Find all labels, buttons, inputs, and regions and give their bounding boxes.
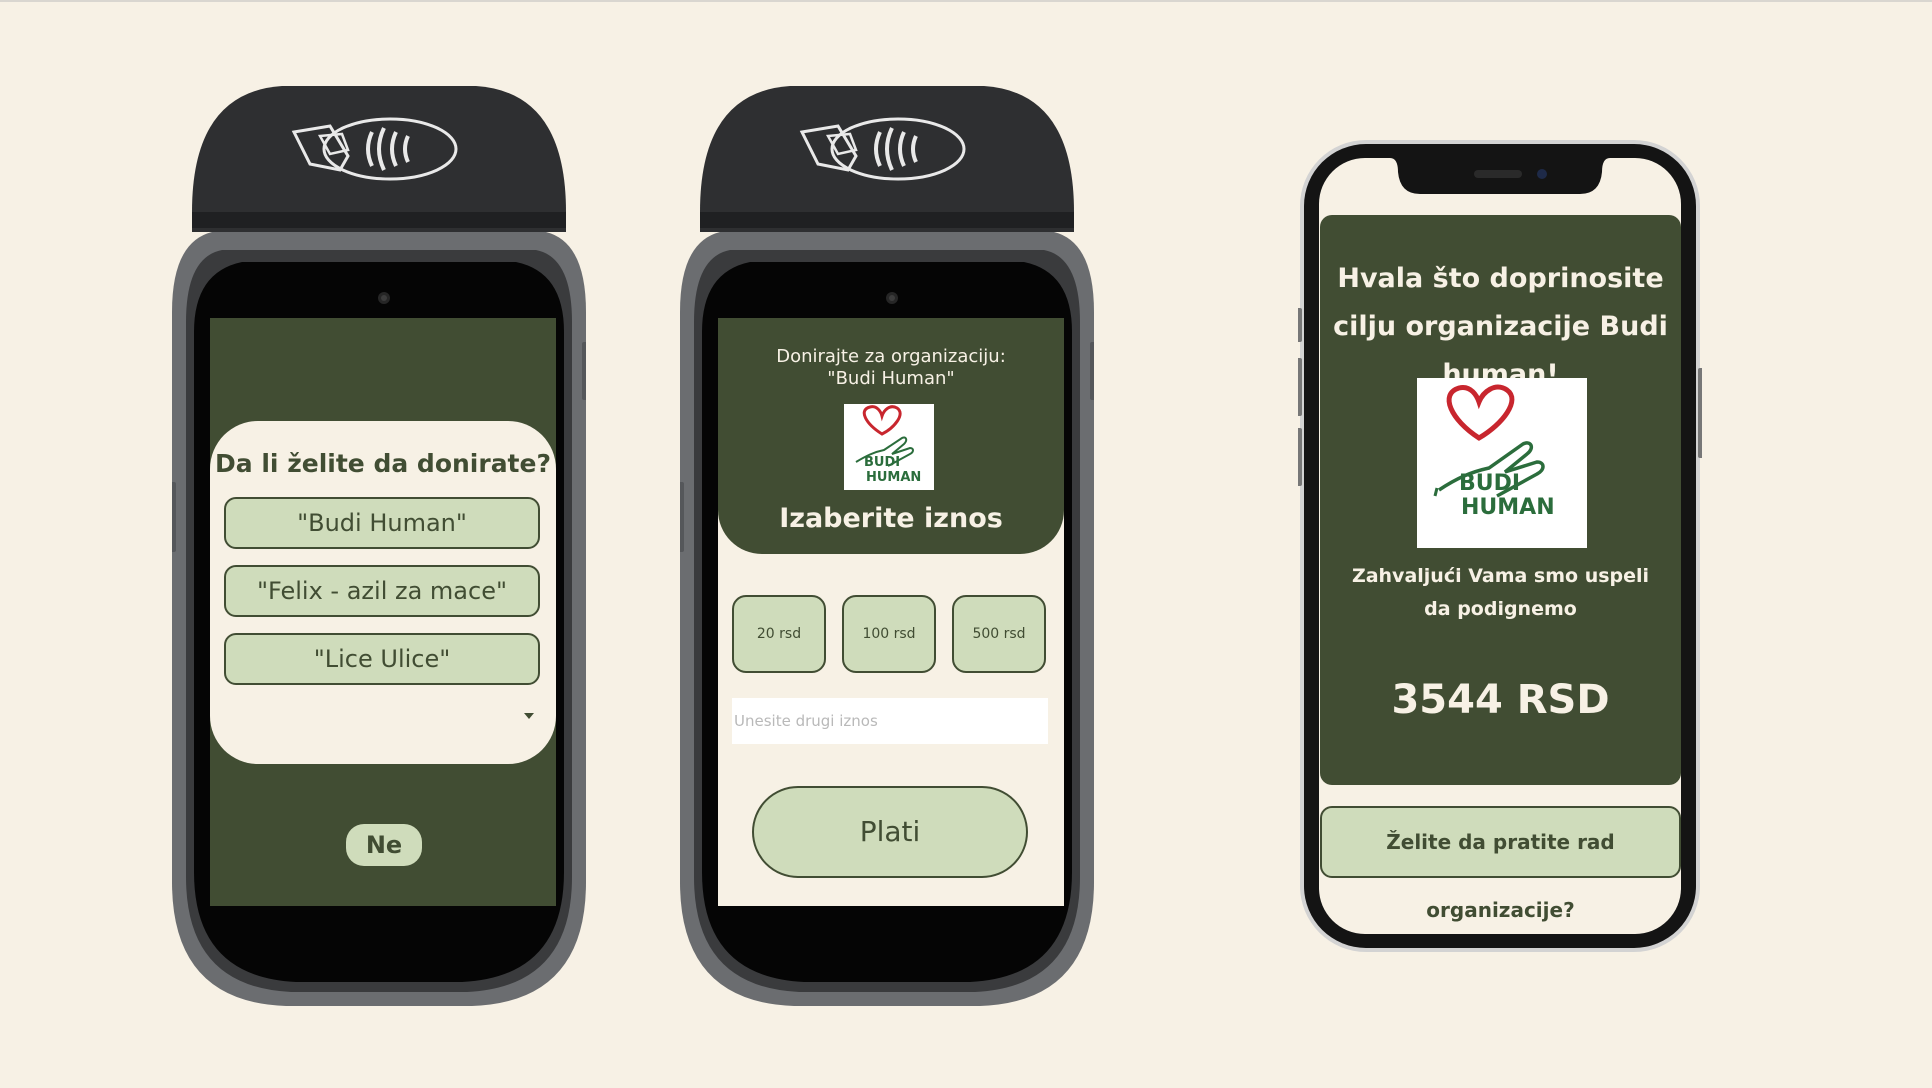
pos-terminal-1: Da li želite da donirate? "Budi Human" "… <box>172 82 586 1006</box>
donation-question-screen: Da li želite da donirate? "Budi Human" "… <box>210 318 556 906</box>
heart-hand-icon: BUDI HUMAN <box>1433 384 1555 520</box>
heart-hand-icon: BUDI HUMAN <box>855 405 921 485</box>
thank-you-screen: Hvala što doprinosite cilju organizacije… <box>1319 158 1681 934</box>
pay-button[interactable]: Plati <box>752 786 1028 878</box>
option-lice-ulice-button[interactable]: "Lice Ulice" <box>224 633 540 685</box>
organization-name: "Budi Human" <box>827 368 955 389</box>
donation-question: Da li želite da donirate? <box>215 449 551 478</box>
amount-20-button[interactable]: 20 rsd <box>732 595 826 673</box>
logo-text-human: HUMAN <box>866 470 921 485</box>
raised-subtitle: Zahvaljući Vama smo uspeli da podignemo <box>1351 565 1650 620</box>
budi-human-logo: BUDI HUMAN <box>1417 378 1587 548</box>
smartphone: Hvala što doprinosite cilju organizacije… <box>1298 138 1702 954</box>
organization-label: Donirajte za organizaciju: <box>776 346 1006 367</box>
thank-you-card: Hvala što doprinosite cilju organizacije… <box>1320 215 1681 785</box>
contactless-payment-icon <box>291 117 458 181</box>
raised-total: 3544 RSD <box>1391 677 1610 723</box>
chevron-down-icon[interactable] <box>524 713 534 719</box>
choose-amount-title: Izaberite iznos <box>779 503 1003 534</box>
follow-organization-button[interactable]: Želite da pratite rad organizacije? <box>1320 806 1681 922</box>
choose-amount-screen: Donirajte za organizaciju: "Budi Human" … <box>718 318 1064 906</box>
contactless-payment-icon <box>799 117 966 181</box>
pos-terminal-2: Donirajte za organizaciju: "Budi Human" … <box>680 82 1094 1006</box>
other-amount-input[interactable] <box>732 698 1048 744</box>
amount-100-button[interactable]: 100 rsd <box>842 595 936 673</box>
logo-text-human: HUMAN <box>1461 495 1555 520</box>
amount-500-button[interactable]: 500 rsd <box>952 595 1046 673</box>
top-border <box>0 0 1932 2</box>
budi-human-logo: BUDI HUMAN <box>844 404 934 490</box>
option-felix-button[interactable]: "Felix - azil za mace" <box>224 565 540 617</box>
no-button[interactable]: Ne <box>346 824 422 866</box>
logo-text-budi: BUDI <box>1459 471 1520 496</box>
logo-text-budi: BUDI <box>864 455 900 470</box>
phone-notch <box>1390 158 1610 194</box>
amount-header: Donirajte za organizaciju: "Budi Human" … <box>718 318 1064 554</box>
donation-card: Da li želite da donirate? "Budi Human" "… <box>210 421 556 764</box>
option-budi-human-button[interactable]: "Budi Human" <box>224 497 540 549</box>
